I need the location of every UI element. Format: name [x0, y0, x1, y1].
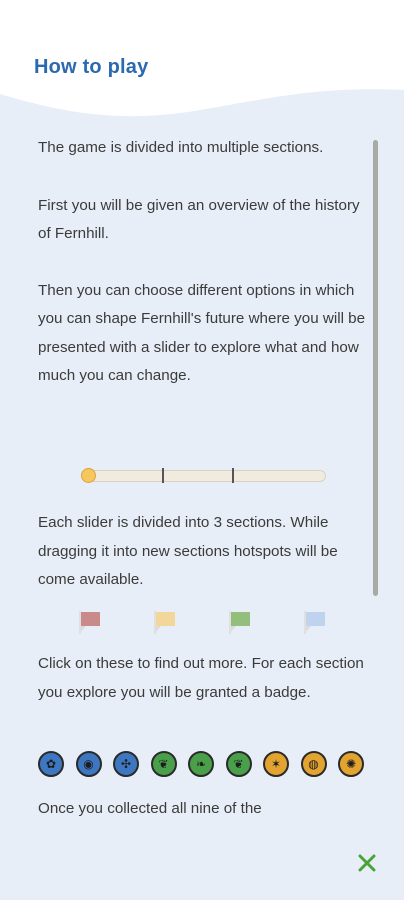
paragraph-slider-sections: Each slider is divided into 3 sections. … — [38, 514, 338, 588]
paragraph-hotspots: Click on these to find out more. For eac… — [38, 655, 364, 701]
orange-badge-1-icon[interactable]: ✶ — [263, 751, 289, 777]
orange-badge-2-icon[interactable]: ◍ — [300, 751, 327, 777]
close-icon[interactable] — [356, 852, 378, 874]
paragraph-sections: The game is divided into multiple sectio… — [38, 139, 324, 156]
red-hotspot-icon[interactable] — [76, 608, 104, 636]
blue-badge-3-icon[interactable]: ✣ — [113, 751, 139, 777]
orange-badge-3-icon[interactable]: ✺ — [338, 751, 364, 777]
header-wave — [0, 89, 404, 140]
green-badge-2-icon[interactable]: ❧ — [188, 751, 214, 777]
scrollbar[interactable] — [373, 140, 378, 596]
blue-badge-2-icon[interactable]: ◉ — [75, 751, 102, 777]
paragraph-options: Then you can choose different options in… — [38, 281, 366, 385]
badge-row: ✿ ◉ ✣ ❦ ❧ ❦ ✶ ◍ ✺ — [38, 751, 368, 783]
slider-track — [84, 470, 326, 482]
paragraph-overview: First you will be given an overview of t… — [38, 196, 360, 243]
yellow-hotspot-icon[interactable] — [151, 608, 179, 636]
page-title: How to play — [34, 56, 149, 78]
green-badge-1-icon[interactable]: ❦ — [150, 751, 177, 777]
blue-hotspot-icon[interactable] — [301, 608, 329, 636]
green-badge-3-icon[interactable]: ❦ — [225, 751, 252, 777]
instructions-text: The game is divided into multiple sectio… — [38, 134, 368, 391]
slider-handle[interactable] — [81, 468, 96, 483]
example-slider[interactable] — [80, 467, 326, 484]
paragraph-badges: Once you collected all nine of the — [38, 800, 262, 817]
slider-section-divider-1 — [162, 468, 164, 483]
badges-explanation: Once you collected all nine of the — [38, 795, 368, 824]
hotspot-explanation: Click on these to find out more. For eac… — [38, 650, 368, 707]
slider-explanation: Each slider is divided into 3 sections. … — [38, 509, 368, 595]
slider-section-divider-2 — [232, 468, 234, 483]
green-hotspot-icon[interactable] — [226, 608, 254, 636]
blue-badge-1-icon[interactable]: ✿ — [38, 751, 64, 777]
hotspot-flags — [76, 608, 336, 638]
